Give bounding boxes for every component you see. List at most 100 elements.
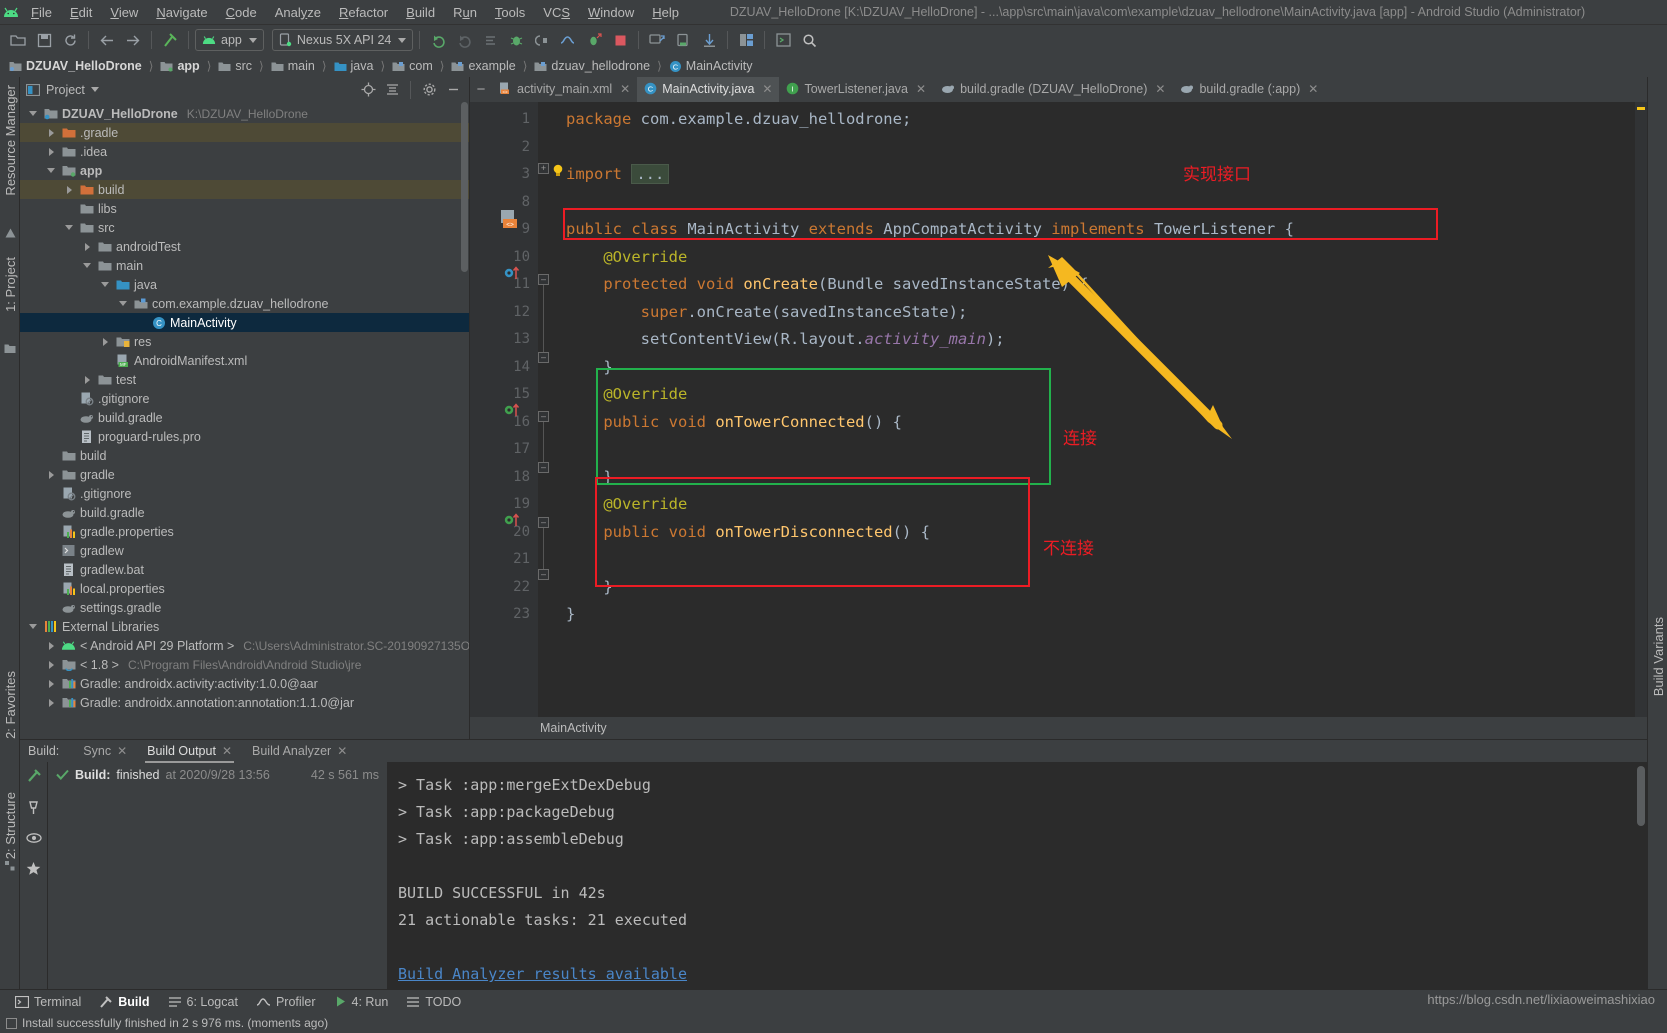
editor-marker-column[interactable]: [1635, 102, 1647, 717]
tree-toggle-right-icon[interactable]: [100, 336, 111, 347]
close-icon[interactable]: ✕: [916, 82, 926, 96]
tree-row-gradle[interactable]: gradle: [20, 465, 469, 484]
menu-run[interactable]: Run: [444, 2, 486, 23]
build-analyzer-link[interactable]: Build Analyzer results available: [398, 961, 1647, 988]
build-tab-sync[interactable]: Sync ✕: [73, 742, 137, 760]
arrow-left-icon[interactable]: [95, 28, 119, 52]
close-icon[interactable]: ✕: [337, 744, 347, 758]
rail-favorites[interactable]: 2: Favorites: [3, 671, 18, 739]
tree-toggle-right-icon[interactable]: [46, 640, 57, 651]
tree-row-com-example-dzuav-hellodrone[interactable]: com.example.dzuav_hellodrone: [20, 294, 469, 313]
star-icon[interactable]: [26, 861, 41, 879]
menu-file[interactable]: File: [22, 2, 61, 23]
apply-changes-icon[interactable]: [478, 28, 502, 52]
rail-resource-manager[interactable]: Resource Manager: [3, 85, 18, 196]
statusbar-todo[interactable]: TODO: [397, 993, 470, 1011]
tab-towerlistener-java[interactable]: I TowerListener.java ✕: [779, 77, 933, 102]
override-marker-ontowerdisconnected-icon[interactable]: [504, 512, 522, 531]
menu-build[interactable]: Build: [397, 2, 444, 23]
run-coverage-icon[interactable]: [582, 28, 606, 52]
editor-body[interactable]: 1 2 3 8 9 10 11 12 13 14 15 16 17 18 19 20 21 22 23 <>: [470, 102, 1647, 717]
override-marker-ontowerconnected-icon[interactable]: [504, 402, 522, 421]
statusbar-build[interactable]: Build: [90, 993, 158, 1011]
statusbar-profiler[interactable]: Profiler: [247, 993, 325, 1011]
breadcrumb-item-com[interactable]: com: [389, 58, 436, 74]
tree-row-java[interactable]: java: [20, 275, 469, 294]
tree-row-build-gradle[interactable]: build.gradle: [20, 408, 469, 427]
statusbar-logcat[interactable]: 6: Logcat: [159, 993, 247, 1011]
pin-icon[interactable]: [26, 800, 41, 818]
eye-icon[interactable]: [25, 832, 42, 847]
close-icon[interactable]: ✕: [117, 744, 127, 758]
tree-toggle-right-icon[interactable]: [46, 146, 57, 157]
tree-row-dzuav-hellodrone[interactable]: DZUAV_HelloDrone K:\DZUAV_HelloDrone: [20, 104, 469, 123]
tree-toggle-right-icon[interactable]: [64, 184, 75, 195]
locate-icon[interactable]: [358, 80, 378, 100]
menu-tools[interactable]: Tools: [486, 2, 534, 23]
close-icon[interactable]: ✕: [222, 744, 232, 758]
tree-row--1-8-[interactable]: < 1.8 > C:\Program Files\Android\Android …: [20, 655, 469, 674]
search-icon[interactable]: [797, 28, 821, 52]
tab-activity-main-xml[interactable]: <> activity_main.xml ✕: [492, 77, 637, 102]
sync-icon[interactable]: [58, 28, 82, 52]
tree-toggle-down-icon[interactable]: [28, 108, 39, 119]
build-console-scrollbar[interactable]: [1637, 766, 1645, 826]
tree-row-proguard-rules-pro[interactable]: proguard-rules.pro: [20, 427, 469, 446]
tree-row--android-api-29-platform-[interactable]: < Android API 29 Platform > C:\Users\Admi…: [20, 636, 469, 655]
attach-debugger-icon[interactable]: [530, 28, 554, 52]
tree-toggle-down-icon[interactable]: [118, 298, 129, 309]
hammer-icon[interactable]: [158, 28, 182, 52]
tree-row-gradlew-bat[interactable]: gradlew.bat: [20, 560, 469, 579]
debug-icon[interactable]: [504, 28, 528, 52]
rail-build-variants[interactable]: Build Variants: [1651, 617, 1666, 696]
arrow-right-icon[interactable]: [121, 28, 145, 52]
fold-ontowerconnected-open-icon[interactable]: –: [538, 411, 549, 422]
tab-mainactivity-java[interactable]: C MainActivity.java ✕: [637, 77, 780, 102]
breadcrumb-item-app[interactable]: app: [157, 58, 202, 74]
fold-ontowerdisconnected-close-icon[interactable]: –: [538, 569, 549, 580]
tree-toggle-down-icon[interactable]: [100, 279, 111, 290]
tree-row-local-properties[interactable]: local.properties: [20, 579, 469, 598]
tree-toggle-right-icon[interactable]: [46, 678, 57, 689]
tree-row--gitignore[interactable]: .gitignore: [20, 484, 469, 503]
profiler-icon[interactable]: [556, 28, 580, 52]
statusbar-terminal[interactable]: Terminal: [6, 993, 90, 1011]
device-combo[interactable]: Nexus 5X API 24: [271, 29, 414, 51]
stop-icon[interactable]: [608, 28, 632, 52]
tree-row-app[interactable]: app: [20, 161, 469, 180]
device-file-explorer-icon[interactable]: [771, 28, 795, 52]
fold-import-icon[interactable]: +: [538, 163, 549, 174]
class-layout-marker-icon[interactable]: <>: [500, 210, 520, 233]
tree-row--idea[interactable]: .idea: [20, 142, 469, 161]
tree-row-build[interactable]: build: [20, 446, 469, 465]
build-run-icon[interactable]: [26, 768, 41, 786]
fold-oncreate-open-icon[interactable]: –: [538, 274, 549, 285]
menu-window[interactable]: Window: [579, 2, 643, 23]
layout-inspector-icon[interactable]: [734, 28, 758, 52]
tree-row-settings-gradle[interactable]: settings.gradle: [20, 598, 469, 617]
tree-toggle-down-icon[interactable]: [28, 621, 39, 632]
tree-row-res[interactable]: res: [20, 332, 469, 351]
open-folder-icon[interactable]: [6, 28, 30, 52]
tree-toggle-right-icon[interactable]: [46, 659, 57, 670]
tree-row-mainactivity[interactable]: C MainActivity: [20, 313, 469, 332]
hide-icon[interactable]: [443, 80, 463, 100]
menu-edit[interactable]: Edit: [61, 2, 101, 23]
breadcrumb-item-project[interactable]: DZUAV_HelloDrone: [6, 58, 145, 74]
tree-toggle-right-icon[interactable]: [46, 127, 57, 138]
build-result-tree[interactable]: Build: finished at 2020/9/28 13:56 42 s …: [48, 762, 388, 989]
tree-toggle-right-icon[interactable]: [46, 697, 57, 708]
tree-row-libs[interactable]: libs: [20, 199, 469, 218]
tree-row--gradle[interactable]: .gradle: [20, 123, 469, 142]
breadcrumb-item-class[interactable]: C MainActivity: [666, 58, 756, 74]
breadcrumb-item-src[interactable]: src: [215, 58, 255, 74]
tree-row-androidtest[interactable]: androidTest: [20, 237, 469, 256]
build-console[interactable]: > Task :app:mergeExtDexDebug > Task :app:…: [388, 762, 1647, 989]
close-icon[interactable]: ✕: [762, 82, 772, 96]
statusbar-run[interactable]: 4: Run: [325, 993, 398, 1011]
menu-code[interactable]: Code: [217, 2, 266, 23]
hide-tabs-icon[interactable]: −: [470, 77, 492, 102]
override-marker-oncreate-icon[interactable]: [504, 265, 522, 284]
menu-refactor[interactable]: Refactor: [330, 2, 397, 23]
menu-help[interactable]: Help: [643, 2, 688, 23]
